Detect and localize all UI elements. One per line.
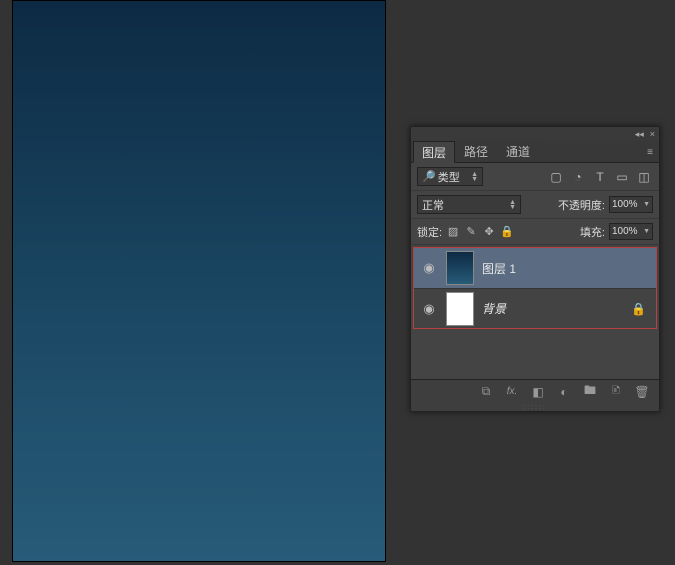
filter-label: 类型: [438, 169, 460, 185]
tab-channels[interactable]: 通道: [497, 140, 539, 162]
blend-mode-label: 正常: [422, 197, 444, 213]
lock-image-icon[interactable]: ✎: [464, 225, 478, 239]
panel-menu-icon[interactable]: ≡: [641, 143, 659, 162]
lock-transparency-icon[interactable]: ▨: [446, 225, 460, 239]
tab-layers[interactable]: 图层: [413, 141, 455, 163]
layer-filter-row: 🔎 类型 ▲▼ ▢ ◔ T ▭ ◫: [411, 163, 659, 191]
filter-pixel-icon[interactable]: ▢: [547, 168, 565, 186]
collapse-icon[interactable]: ◂◂: [635, 129, 644, 140]
link-layers-icon[interactable]: ⧉: [477, 383, 495, 401]
chevron-down-icon: ▼: [643, 201, 650, 208]
layers-empty-area[interactable]: [411, 331, 659, 379]
chevron-down-icon: ▼: [643, 228, 650, 235]
fill-input[interactable]: 100% ▼: [609, 223, 653, 240]
blend-row: 正常 ▲▼ 不透明度: 100% ▼: [411, 191, 659, 219]
filter-text-icon[interactable]: T: [591, 168, 609, 186]
document-canvas[interactable]: [12, 0, 386, 562]
new-layer-icon[interactable]: 🗈: [607, 383, 625, 401]
close-icon[interactable]: ×: [650, 129, 655, 139]
panel-resize-grip[interactable]: ::::::: [411, 403, 659, 411]
fill-label: 填充:: [580, 224, 605, 240]
visibility-toggle-icon[interactable]: ◉: [420, 260, 438, 276]
lock-label: 锁定:: [417, 224, 442, 240]
chevron-updown-icon: ▲▼: [471, 172, 478, 182]
panel-tabs: 图层 路径 通道 ≡: [411, 141, 659, 163]
layer-thumbnail[interactable]: [446, 292, 474, 326]
delete-layer-icon[interactable]: 🗑: [633, 383, 651, 401]
layer-name[interactable]: 图层 1: [482, 260, 650, 277]
adjustment-layer-icon[interactable]: ◐: [555, 383, 573, 401]
filter-shape-icon[interactable]: ▭: [613, 168, 631, 186]
panel-footer: ⧉ fx. ◧ ◐ 🖿 🗈 🗑: [411, 379, 659, 403]
layer-row[interactable]: ◉ 图层 1: [414, 248, 656, 288]
chevron-updown-icon: ▲▼: [509, 200, 516, 210]
lock-position-icon[interactable]: ✥: [482, 225, 496, 239]
layer-group-icon[interactable]: 🖿: [581, 383, 599, 401]
layer-thumbnail[interactable]: [446, 251, 474, 285]
lock-row: 锁定: ▨ ✎ ✥ 🔒 填充: 100% ▼: [411, 219, 659, 245]
layer-row[interactable]: ◉ 背景 🔒: [414, 288, 656, 328]
opacity-label: 不透明度:: [558, 197, 605, 213]
layers-panel: ◂◂ × 图层 路径 通道 ≡ 🔎 类型 ▲▼ ▢ ◔ T ▭ ◫ 正常 ▲▼ …: [410, 126, 660, 412]
fill-value: 100%: [612, 226, 638, 237]
layer-name[interactable]: 背景: [482, 300, 623, 317]
filter-type-dropdown[interactable]: 🔎 类型 ▲▼: [417, 167, 483, 186]
visibility-toggle-icon[interactable]: ◉: [420, 301, 438, 317]
layer-mask-icon[interactable]: ◧: [529, 383, 547, 401]
layers-list: ◉ 图层 1 ◉ 背景 🔒: [413, 247, 657, 329]
panel-header-strip: ◂◂ ×: [411, 127, 659, 141]
lock-icon: 🔒: [631, 302, 650, 316]
blend-mode-dropdown[interactable]: 正常 ▲▼: [417, 195, 521, 214]
layer-fx-icon[interactable]: fx.: [503, 383, 521, 401]
filter-smart-icon[interactable]: ◫: [635, 168, 653, 186]
opacity-value: 100%: [612, 199, 638, 210]
tab-paths[interactable]: 路径: [455, 140, 497, 162]
search-icon: 🔎: [422, 170, 436, 183]
opacity-input[interactable]: 100% ▼: [609, 196, 653, 213]
filter-adjust-icon[interactable]: ◔: [569, 168, 587, 186]
lock-all-icon[interactable]: 🔒: [500, 225, 514, 239]
